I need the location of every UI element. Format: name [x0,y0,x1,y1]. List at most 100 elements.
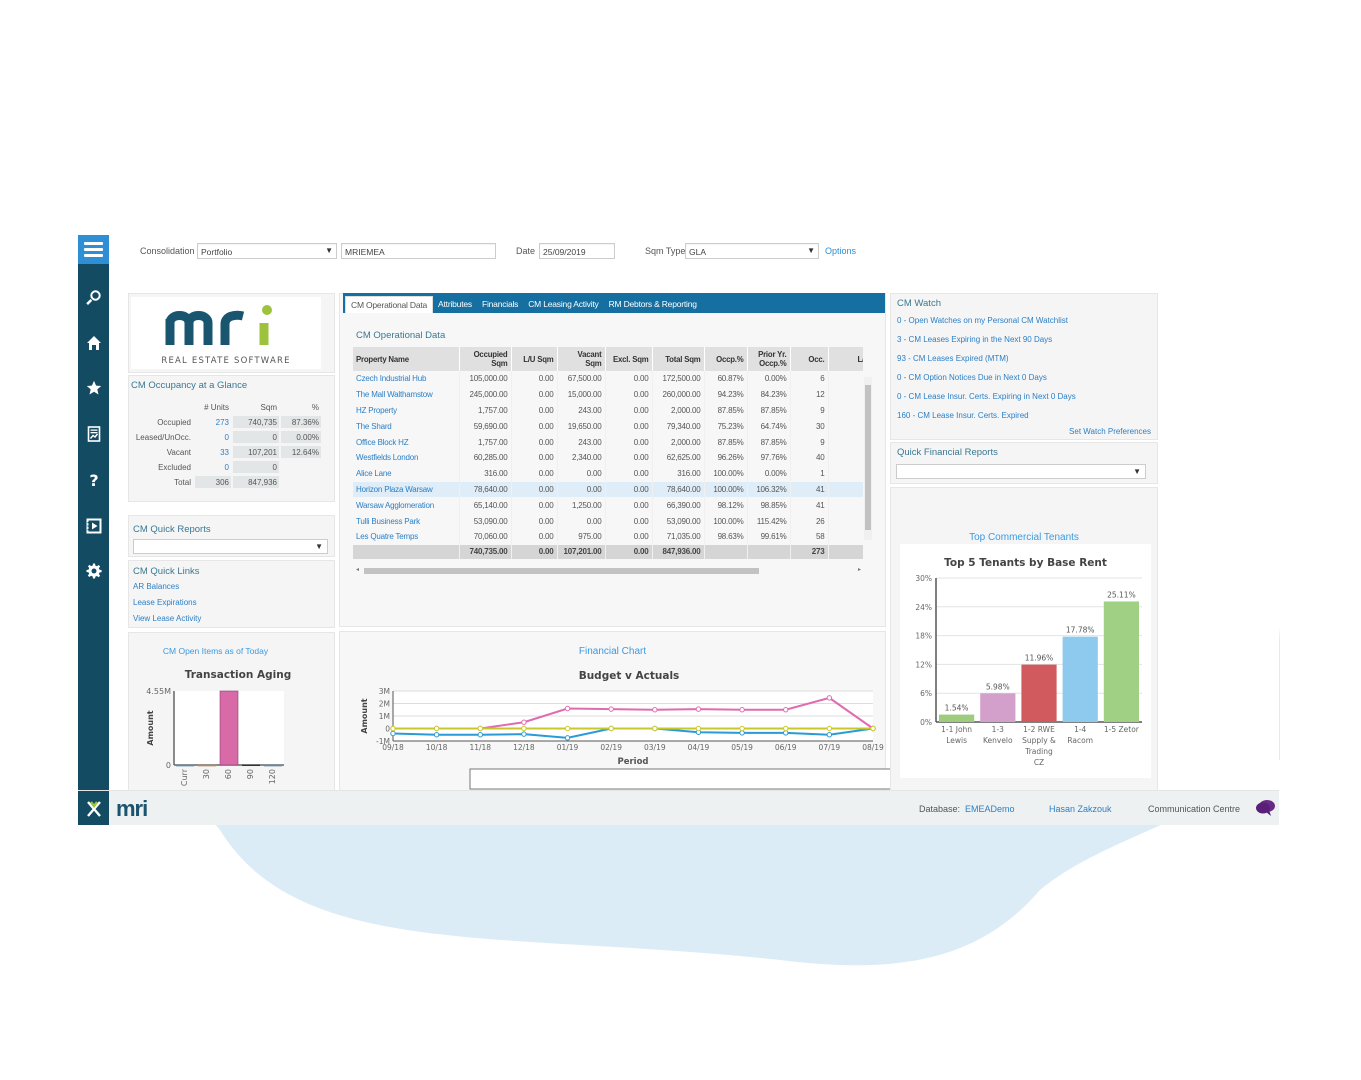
table-row[interactable]: HZ Property 1,757.00 0.00 243.00 0.00 2,000.0… [353,402,863,419]
tab-cm-operational-data[interactable]: CM Operational Data [345,296,434,313]
scroll-left-icon[interactable]: ◂ [356,566,359,573]
table-row[interactable]: Westfields London 60,285.00 0.00 2,340.00 0.… [353,449,863,466]
view-lease-activity-link[interactable]: View Lease Activity [133,614,201,623]
grid-horizontal-scrollbar[interactable]: ◂ ▸ [356,566,861,575]
table-row[interactable]: Office Block HZ 1,757.00 0.00 243.00 0.00 2,0… [353,434,863,450]
watch-item[interactable]: 0 - CM Lease Insur. Certs. Expiring in N… [897,392,1076,401]
lease-expirations-link[interactable]: Lease Expirations [133,598,197,607]
table-row[interactable]: Warsaw Agglomeration 65,140.00 0.00 1,250.0… [353,497,863,514]
set-watch-preferences-link[interactable]: Set Watch Preferences [1069,427,1151,436]
watch-item[interactable]: 0 - Open Watches on my Personal CM Watch… [897,316,1068,325]
property-link[interactable]: Les Quatre Temps [353,528,460,545]
scrollbar-thumb[interactable] [865,385,871,530]
table-row[interactable]: The Shard 59,690.00 0.00 19,650.00 0.00 79,34… [353,418,863,435]
property-link[interactable]: HZ Property [353,402,460,419]
tab-financials[interactable]: Financials [477,296,523,313]
property-link[interactable]: The Mall Walthamstow [353,386,460,403]
data-point [783,725,789,732]
gear-icon[interactable] [78,559,109,583]
property-link[interactable]: Westfields London [353,449,460,466]
scroll-right-icon[interactable]: ▸ [858,566,861,573]
column-header[interactable]: L/U [828,347,863,371]
column-header[interactable]: Vacant Sqm [557,347,606,371]
data-point [783,730,789,736]
cell: 0.00 [605,434,653,450]
aging-link[interactable]: CM Open Items as of Today [128,646,303,656]
table-row[interactable]: The Mall Walthamstow 245,000.00 0.00 15,000… [353,386,863,403]
quick-reports-select[interactable]: ▼ [133,539,328,554]
units-link[interactable]: 273 [216,418,229,427]
user-link[interactable]: Hasan Zakzouk [1049,804,1112,814]
sqm-type-select[interactable]: GLA ▼ [685,243,819,259]
cell: 0 [828,371,863,387]
sqm-value: 847,936 [233,476,279,488]
property-link[interactable]: The Shard [353,418,460,435]
column-header[interactable]: Occ. [790,347,829,371]
table-row[interactable]: Tulli Business Park 53,090.00 0.00 0.00 0.00… [353,513,863,529]
cell: 0.00 [511,434,558,450]
chat-icon[interactable] [1254,799,1276,822]
consolidation-select[interactable]: Portfolio ▼ [197,243,337,259]
star-icon[interactable] [78,376,109,400]
x-logo-icon[interactable] [78,791,109,825]
data-point [521,731,527,737]
cell: 0 [828,528,863,545]
grid-vertical-scrollbar[interactable] [864,377,872,540]
y-tick-label: 0% [920,718,932,727]
table-row[interactable]: Alice Lane 316.00 0.00 0.00 0.00 316.00 100.00… [353,465,863,482]
logo-tagline: REAL ESTATE SOFTWARE [161,356,290,366]
property-link[interactable]: Alice Lane [353,465,460,482]
x-tick-label: 1-5 Zetor [1104,725,1140,734]
property-link[interactable]: Horizon Plaza Warsaw [353,481,460,498]
watch-item[interactable]: 0 - CM Option Notices Due in Next 0 Days [897,373,1047,382]
video-icon[interactable] [78,514,109,538]
column-header[interactable]: Occupied Sqm [459,347,512,371]
ar-balances-link[interactable]: AR Balances [133,582,179,591]
watch-item[interactable]: 3 - CM Leases Expiring in the Next 90 Da… [897,335,1052,344]
tab-attributes[interactable]: Attributes [433,296,477,313]
table-row[interactable]: Les Quatre Temps 70,060.00 0.00 975.00 0.00 7… [353,528,863,545]
scrollbar-thumb[interactable] [364,568,759,574]
help-icon[interactable]: ? [78,468,109,492]
column-header[interactable]: Total Sqm [652,347,705,371]
total-cell: 740,735.00 [459,544,512,559]
tab-rm-debtors-reporting[interactable]: RM Debtors & Reporting [604,296,702,313]
bar [264,764,282,767]
pct-value: 12.64% [281,446,321,458]
column-header[interactable]: L/U Sqm [511,347,558,371]
date-input[interactable]: 25/09/2019 [539,243,615,259]
column-header[interactable]: Prior Yr. Occp.% [747,347,791,371]
search-icon[interactable] [78,285,109,309]
x-tick-label: Supply & [1022,736,1056,745]
watch-item[interactable]: 93 - CM Leases Expired (MTM) [897,354,1009,363]
cell: 98.85% [747,497,791,514]
column-header[interactable]: Property Name [353,347,460,371]
units-link[interactable]: 0 [225,433,229,442]
row-label: Vacant [166,447,191,457]
database-value[interactable]: EMEADemo [965,804,1015,814]
property-link[interactable]: Office Block HZ [353,434,460,450]
watch-item[interactable]: 160 - CM Lease Insur. Certs. Expired [897,411,1029,420]
report-icon[interactable] [78,422,109,446]
financial-chart-link[interactable]: Financial Chart [339,646,886,657]
property-link[interactable]: Warsaw Agglomeration [353,497,460,514]
tab-cm-leasing-activity[interactable]: CM Leasing Activity [523,296,603,313]
units-link[interactable]: 33 [220,448,229,457]
property-link[interactable]: Tulli Business Park [353,513,460,529]
units-link[interactable]: 0 [225,463,229,472]
menu-icon[interactable] [78,235,109,264]
cell: 243.00 [557,402,606,419]
data-point [477,732,483,738]
column-header[interactable]: Occp.% [704,347,748,371]
table-row[interactable]: Horizon Plaza Warsaw 78,640.00 0.00 0.00 0.0… [353,481,863,498]
entity-input[interactable]: MRIEMEA [341,243,496,259]
options-link[interactable]: Options [825,246,856,256]
home-icon[interactable] [78,331,109,355]
communication-centre-link[interactable]: Communication Centre [1148,804,1240,814]
quick-financial-select[interactable]: ▼ [896,464,1146,479]
table-row[interactable]: Czech Industrial Hub 105,000.00 0.00 67,500… [353,371,863,387]
property-link[interactable]: Czech Industrial Hub [353,371,460,387]
top-tenants-link[interactable]: Top Commercial Tenants [890,532,1158,543]
cm-watch-title: CM Watch [897,298,941,309]
column-header[interactable]: Excl. Sqm [605,347,653,371]
